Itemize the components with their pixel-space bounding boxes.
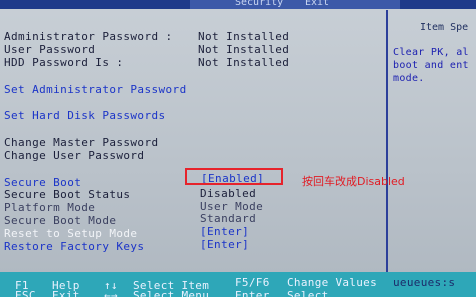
enter-key: Enter <box>235 289 270 297</box>
secure-boot-mode-label: Secure Boot Mode <box>4 214 117 227</box>
tab-security[interactable]: Security <box>235 0 283 8</box>
panel-divider <box>386 10 388 272</box>
change-master-password-item: Change Master Password <box>4 136 159 149</box>
change-values-label: Change Values <box>287 276 377 289</box>
exit-label: Exit <box>52 289 80 297</box>
select-menu-label: Select Menu <box>133 289 210 297</box>
reset-setup-mode-value[interactable]: [Enter] <box>200 226 249 238</box>
hdd-password-value: Not Installed <box>198 56 290 69</box>
bios-screen: Security Exit Administrator Password : N… <box>0 0 476 297</box>
footer-key-help: F1 Help ↑↓ Select Item F5/F6 Change Valu… <box>0 272 476 297</box>
restore-factory-keys-item[interactable]: Restore Factory Keys <box>4 241 144 253</box>
secure-boot-status-value: Disabled <box>200 187 257 200</box>
annotation-text: 按回车改成Disabled <box>302 175 405 188</box>
restore-factory-keys-value[interactable]: [Enter] <box>200 239 249 251</box>
change-user-password-item: Change User Password <box>4 149 145 162</box>
admin-password-value: Not Installed <box>198 30 290 43</box>
esc-key: ESC <box>15 289 36 297</box>
secure-boot-mode-value: Standard <box>200 212 257 225</box>
annotation-highlight-box <box>185 168 283 185</box>
secure-boot-status-label: Secure Boot Status <box>4 188 131 201</box>
left-right-arrows-icon: ←→ <box>104 289 118 297</box>
platform-mode-label: Platform Mode <box>4 201 96 214</box>
footer-right-text: ueueues:s <box>393 276 456 289</box>
item-specific-help-title: Item Spe <box>420 22 469 33</box>
reset-setup-mode-item[interactable]: Reset to Setup Mode <box>4 228 137 240</box>
select-label: Select <box>287 289 329 297</box>
tab-exit[interactable]: Exit <box>305 0 329 8</box>
set-hdd-passwords-item[interactable]: Set Hard Disk Passwords <box>4 110 166 122</box>
hdd-password-label: HDD Password Is : <box>4 56 124 69</box>
f5-f6-key: F5/F6 <box>235 276 270 289</box>
admin-password-label: Administrator Password : <box>4 30 173 43</box>
user-password-value: Not Installed <box>198 43 290 56</box>
item-specific-help-text: Clear PK, al boot and ent mode. <box>393 47 469 84</box>
user-password-label: User Password <box>4 43 96 56</box>
set-admin-password-item[interactable]: Set Administrator Password <box>4 84 187 96</box>
tab-strip: Security Exit <box>190 0 400 9</box>
